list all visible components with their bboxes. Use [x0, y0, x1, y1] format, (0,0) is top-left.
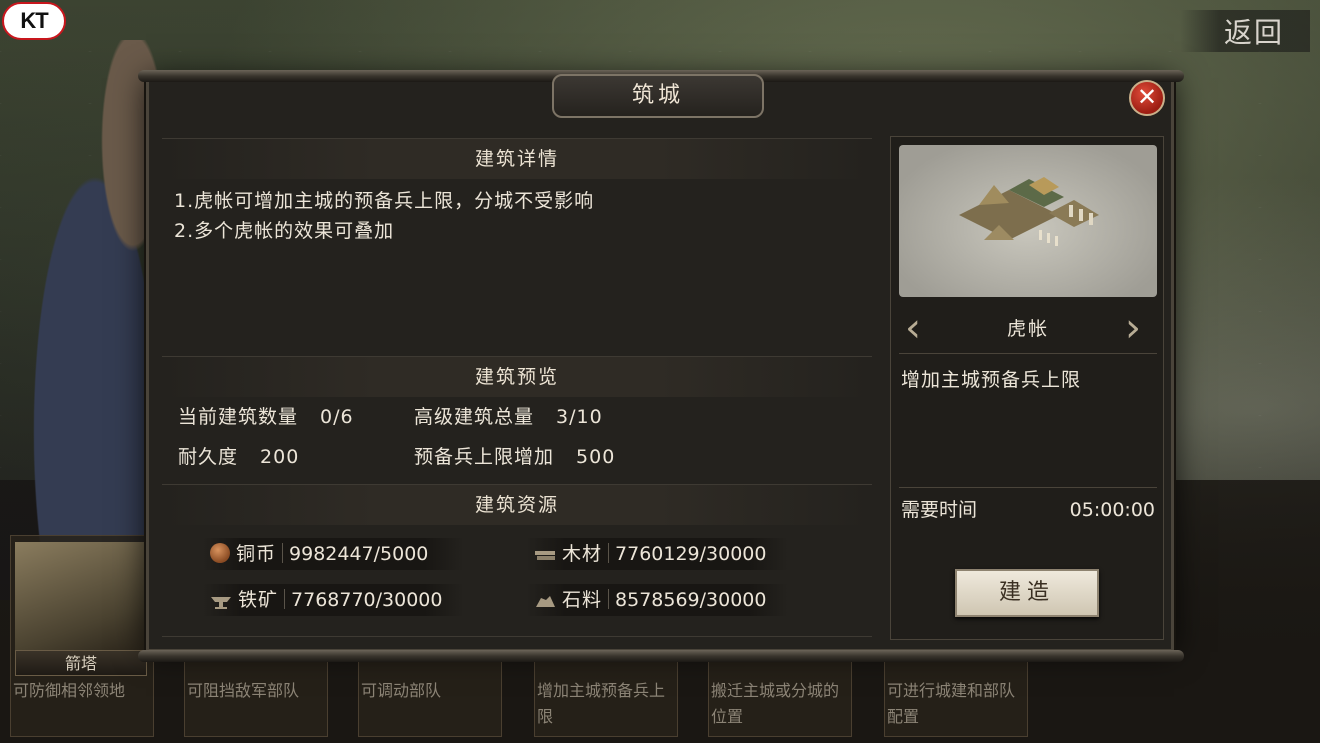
- details-heading: 建筑详情: [162, 138, 872, 179]
- stat-current-count: 当前建筑数量 0/6: [178, 402, 354, 429]
- dialog-title: 筑城: [552, 74, 764, 118]
- building-selector-panel: ‹ 虎帐 › 增加主城预备兵上限 需要时间 05:00:00 建造: [890, 136, 1164, 640]
- resource-label: 铜币: [236, 543, 277, 565]
- resource-value: 7760129/30000: [615, 543, 767, 565]
- build-button[interactable]: 建造: [955, 569, 1099, 617]
- stat-label: 当前建筑数量: [178, 406, 299, 428]
- detail-line: 2.多个虎帐的效果可叠加: [174, 220, 395, 242]
- stone-icon: [534, 589, 556, 609]
- close-icon: ✕: [1136, 83, 1158, 111]
- resource-iron: 铁矿 7768770/30000: [202, 584, 464, 616]
- building-card-desc: 可进行城建和部队配置: [887, 681, 1016, 726]
- wood-icon: [534, 543, 556, 563]
- stat-value: 200: [260, 446, 300, 468]
- detail-line: 1.虎帐可增加主城的预备兵上限，分城不受影响: [174, 190, 595, 212]
- next-building-button[interactable]: ›: [1125, 308, 1155, 349]
- stat-durability: 耐久度 200: [178, 442, 299, 469]
- iron-ore-icon: [210, 589, 232, 609]
- building-thumbnail: [15, 542, 147, 650]
- stat-value: 3/10: [556, 406, 603, 428]
- resources-heading: 建筑资源: [162, 484, 872, 525]
- building-preview-image: [899, 145, 1157, 297]
- kt-logo: KT: [2, 2, 66, 40]
- preview-heading: 建筑预览: [162, 356, 872, 397]
- resource-label: 铁矿: [238, 589, 279, 611]
- stat-label: 高级建筑总量: [414, 406, 535, 428]
- building-info-panel: 建筑详情 1.虎帐可增加主城的预备兵上限，分城不受影响 2.多个虎帐的效果可叠加…: [162, 136, 872, 638]
- building-description: 增加主城预备兵上限: [901, 369, 1082, 391]
- time-label: 需要时间: [901, 499, 978, 521]
- back-button[interactable]: 返回: [1180, 10, 1310, 52]
- resource-value: 8578569/30000: [615, 589, 767, 611]
- building-name: 虎帐: [1006, 318, 1049, 340]
- close-button[interactable]: ✕: [1129, 80, 1165, 116]
- resource-value: 9982447/5000: [289, 543, 429, 565]
- build-time-row: 需要时间 05:00:00: [899, 487, 1157, 532]
- stat-label: 预备兵上限增加: [414, 446, 555, 468]
- building-card-arrow-tower[interactable]: 箭塔 可防御相邻领地: [10, 535, 154, 737]
- stat-advanced-total: 高级建筑总量 3/10: [414, 402, 603, 429]
- resource-label: 木材: [562, 543, 603, 565]
- copper-coin-icon: [210, 542, 230, 563]
- building-card-name: 箭塔: [15, 650, 147, 676]
- stat-reserve-increase: 预备兵上限增加 500: [414, 442, 615, 469]
- resource-stone: 石料 8578569/30000: [526, 584, 788, 616]
- stat-label: 耐久度: [178, 446, 239, 468]
- prev-building-button[interactable]: ‹: [905, 308, 935, 349]
- resource-value: 7768770/30000: [291, 589, 443, 611]
- time-value: 05:00:00: [1069, 499, 1155, 521]
- stat-value: 500: [576, 446, 616, 468]
- resource-wood: 木材 7760129/30000: [526, 538, 788, 570]
- stat-value: 0/6: [320, 406, 354, 428]
- building-card-desc: 可调动部队: [361, 681, 442, 700]
- resource-copper: 铜币 9982447/5000: [202, 538, 464, 570]
- building-card-desc: 增加主城预备兵上限: [537, 681, 666, 726]
- building-card-desc: 可防御相邻领地: [13, 681, 126, 700]
- building-card-desc: 可阻挡敌军部队: [187, 681, 300, 700]
- building-card-desc: 搬迁主城或分城的位置: [711, 681, 840, 726]
- dialog-bottom-rail: [138, 650, 1184, 662]
- resource-label: 石料: [562, 589, 603, 611]
- building-nav: ‹ 虎帐 ›: [899, 305, 1157, 354]
